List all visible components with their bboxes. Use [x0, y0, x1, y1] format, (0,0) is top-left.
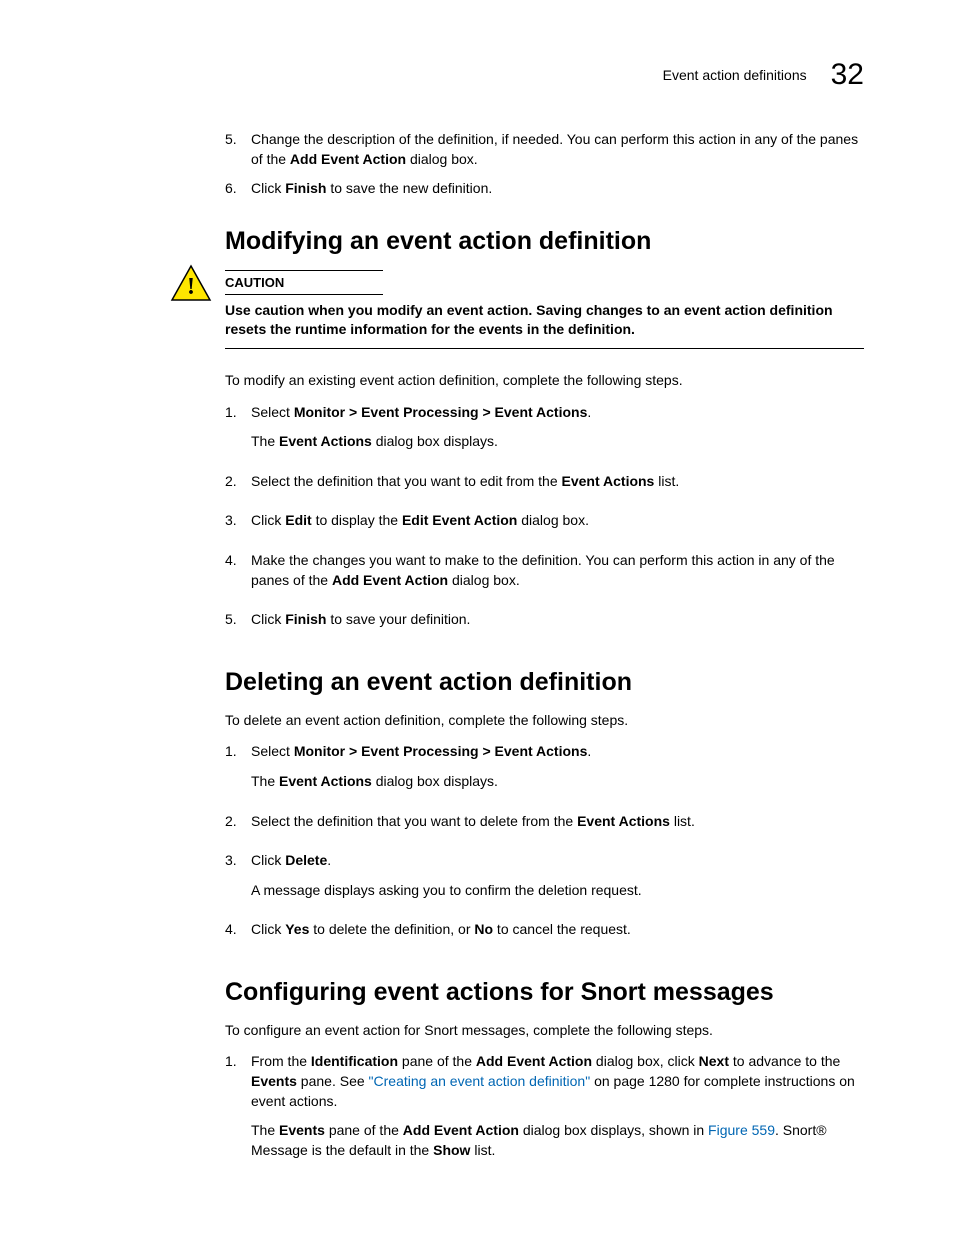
step-body: Select Monitor > Event Processing > Even… — [251, 403, 864, 462]
list-item: 4.Make the changes you want to make to t… — [225, 551, 864, 600]
step-number: 6. — [225, 179, 251, 199]
section-heading-deleting: Deleting an event action definition — [225, 668, 864, 697]
caution-block: ! CAUTION Use caution when you modify an… — [225, 270, 864, 349]
steps-list-snort: 1.From the Identification pane of the Ad… — [225, 1052, 864, 1170]
step-number: 3. — [225, 511, 251, 541]
list-item: 1.From the Identification pane of the Ad… — [225, 1052, 864, 1170]
step-body: Select the definition that you want to e… — [251, 472, 864, 502]
step-sub: The Event Actions dialog box displays. — [251, 772, 864, 792]
step-number: 1. — [225, 1052, 251, 1170]
step-number: 4. — [225, 551, 251, 600]
caution-label: CAUTION — [225, 270, 383, 295]
step-number: 2. — [225, 472, 251, 502]
step-sub: The Events pane of the Add Event Action … — [251, 1121, 864, 1160]
step-number: 4. — [225, 920, 251, 950]
list-item: 1.Select Monitor > Event Processing > Ev… — [225, 403, 864, 462]
list-item: 2.Select the definition that you want to… — [225, 812, 864, 842]
step-body: From the Identification pane of the Add … — [251, 1052, 864, 1170]
cross-reference-link[interactable]: Figure 559 — [708, 1122, 775, 1138]
list-item: 6. Click Finish to save the new definiti… — [225, 179, 864, 199]
step-sub: The Event Actions dialog box displays. — [251, 432, 864, 452]
cross-reference-link[interactable]: "Creating an event action definition" — [369, 1073, 591, 1089]
step-body: Make the changes you want to make to the… — [251, 551, 864, 600]
step-body: Click Finish to save your definition. — [251, 610, 864, 640]
list-item: 1.Select Monitor > Event Processing > Ev… — [225, 742, 864, 801]
step-body: Click Delete.A message displays asking y… — [251, 851, 864, 910]
list-item: 3.Click Delete.A message displays asking… — [225, 851, 864, 910]
step-number: 5. — [225, 610, 251, 640]
list-item: 5.Click Finish to save your definition. — [225, 610, 864, 640]
section-intro: To configure an event action for Snort m… — [225, 1021, 864, 1041]
list-item: 4.Click Yes to delete the definition, or… — [225, 920, 864, 950]
section-heading-snort: Configuring event actions for Snort mess… — [225, 978, 864, 1007]
page-content: 5. Change the description of the definit… — [225, 130, 864, 1170]
caution-text: Use caution when you modify an event act… — [225, 301, 864, 349]
list-item: 3.Click Edit to display the Edit Event A… — [225, 511, 864, 541]
document-page: Event action definitions 32 5. Change th… — [0, 0, 954, 1240]
step-body: Select the definition that you want to d… — [251, 812, 864, 842]
steps-list-deleting: 1.Select Monitor > Event Processing > Ev… — [225, 742, 864, 950]
step-number: 1. — [225, 742, 251, 801]
step-body: Click Yes to delete the definition, or N… — [251, 920, 864, 950]
chapter-number: 32 — [831, 58, 864, 92]
top-steps-list: 5. Change the description of the definit… — [225, 130, 864, 199]
step-body: Click Edit to display the Edit Event Act… — [251, 511, 864, 541]
section-heading-modifying: Modifying an event action definition — [225, 227, 864, 256]
step-number: 3. — [225, 851, 251, 910]
svg-text:!: ! — [187, 274, 195, 300]
step-number: 2. — [225, 812, 251, 842]
step-body: Click Finish to save the new definition. — [251, 179, 864, 199]
step-sub: A message displays asking you to confirm… — [251, 881, 864, 901]
step-body: Select Monitor > Event Processing > Even… — [251, 742, 864, 801]
step-number: 1. — [225, 403, 251, 462]
list-item: 2.Select the definition that you want to… — [225, 472, 864, 502]
step-body: Change the description of the definition… — [251, 130, 864, 169]
warning-icon: ! — [170, 264, 212, 302]
page-header: Event action definitions 32 — [663, 58, 864, 92]
section-intro: To delete an event action definition, co… — [225, 711, 864, 731]
section-intro: To modify an existing event action defin… — [225, 371, 864, 391]
step-number: 5. — [225, 130, 251, 169]
steps-list-modifying: 1.Select Monitor > Event Processing > Ev… — [225, 403, 864, 640]
list-item: 5. Change the description of the definit… — [225, 130, 864, 169]
section-label: Event action definitions — [663, 67, 807, 83]
